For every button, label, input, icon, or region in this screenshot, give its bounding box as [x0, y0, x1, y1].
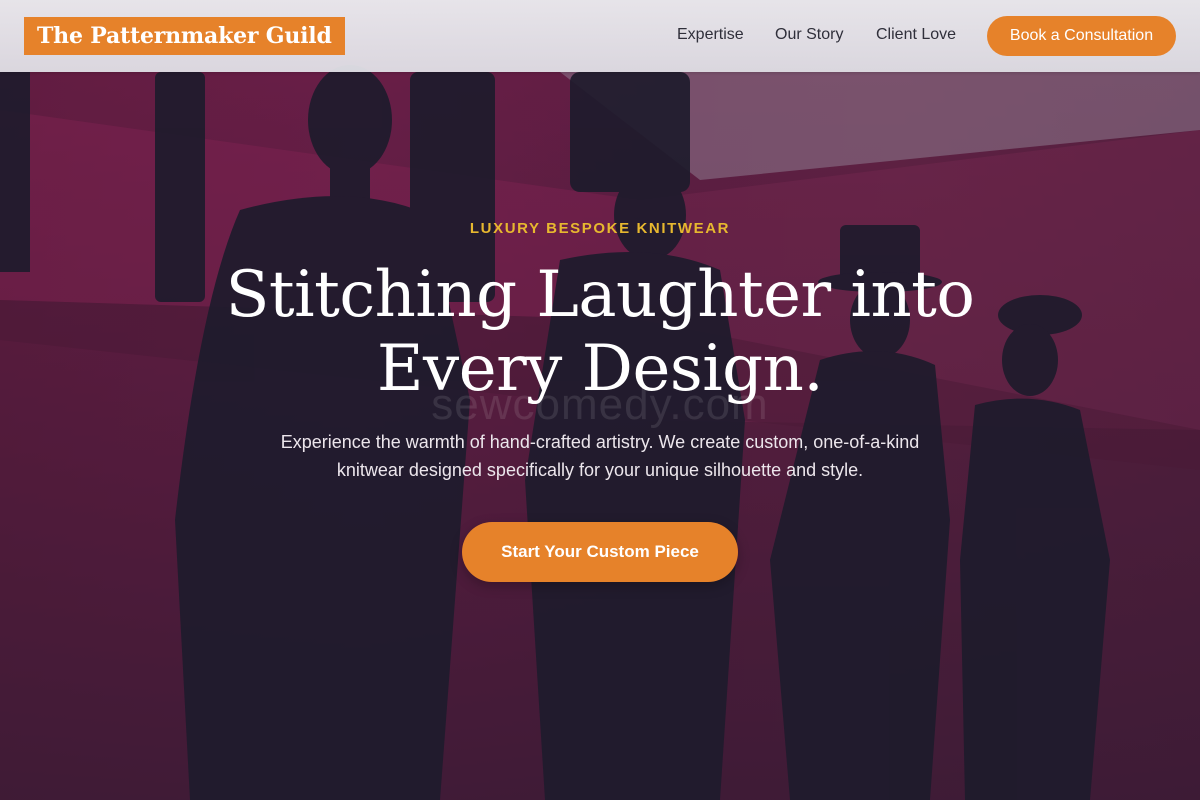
book-consultation-button[interactable]: Book a Consultation [987, 16, 1176, 56]
nav-link-expertise[interactable]: Expertise [677, 26, 744, 44]
watermark: sewcomedy.com [431, 380, 769, 429]
nav-link-client-love[interactable]: Client Love [876, 26, 956, 44]
brand-logo[interactable]: The Patternmaker Guild [24, 17, 345, 55]
nav-link-our-story[interactable]: Our Story [775, 26, 843, 44]
hero-headline-line-1: Stitching Laughter into [225, 258, 975, 332]
hero-eyebrow: LUXURY BESPOKE KNITWEAR [469, 220, 731, 237]
hero-subtext: Experience the warmth of hand-crafted ar… [280, 432, 920, 480]
start-custom-piece-button[interactable]: Start Your Custom Piece [462, 522, 738, 582]
top-navbar: The Patternmaker Guild Expertise Our Sto… [0, 0, 1200, 72]
